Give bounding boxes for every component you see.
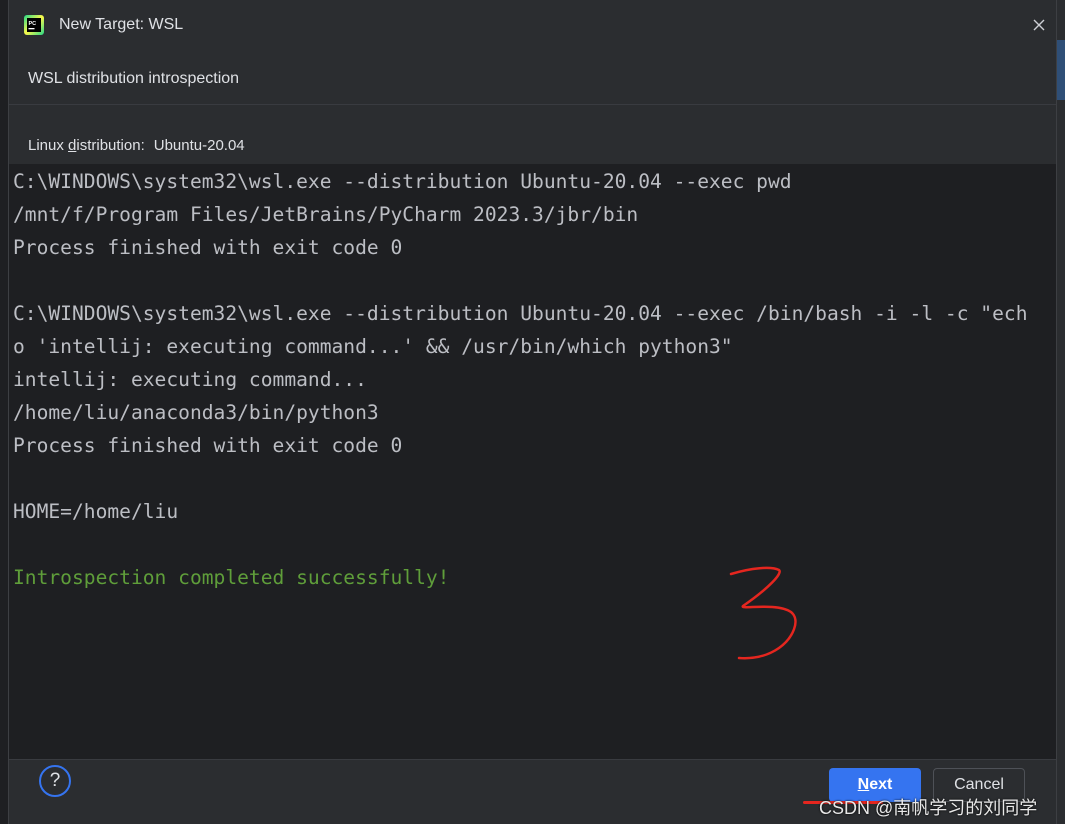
pycharm-icon: PC: [24, 15, 44, 35]
console-line: /mnt/f/Program Files/JetBrains/PyCharm 2…: [13, 203, 639, 226]
handwritten-three-annotation: [729, 566, 797, 660]
header-divider: [9, 104, 1056, 105]
watermark: CSDN @南帆学习的刘同学: [819, 798, 1038, 818]
distribution-value: Ubuntu-20.04: [153, 137, 245, 154]
console-line: Process finished with exit code 0: [13, 434, 403, 457]
introspection-console[interactable]: C:\WINDOWS\system32\wsl.exe --distributi…: [9, 164, 1056, 759]
background-window-edge: [1057, 0, 1065, 824]
console-line: HOME=/home/liu: [13, 500, 179, 523]
dialog-footer: ? Next Cancel CSDN @南帆学习的刘同学: [9, 759, 1056, 824]
new-target-dialog: PC New Target: WSL WSL distribution intr…: [8, 0, 1057, 824]
console-line: Process finished with exit code 0: [13, 236, 403, 259]
console-line: C:\WINDOWS\system32\wsl.exe --distributi…: [13, 170, 792, 193]
console-success-line: Introspection completed successfully!: [13, 566, 450, 589]
console-line: intellij: executing command...: [13, 368, 367, 391]
close-button[interactable]: [1028, 14, 1050, 36]
distribution-label: Linux distribution:: [28, 137, 145, 154]
console-line: o 'intellij: executing command...' && /u…: [13, 335, 733, 358]
console-line: C:\WINDOWS\system32\wsl.exe --distributi…: [13, 302, 1028, 325]
dialog-title: New Target: WSL: [59, 16, 184, 33]
svg-text:PC: PC: [29, 21, 37, 27]
console-line: /home/liu/anaconda3/bin/python3: [13, 401, 379, 424]
background-window-accent: [1057, 40, 1065, 100]
help-button[interactable]: ?: [39, 765, 71, 797]
distribution-row: Linux distribution: Ubuntu-20.04: [28, 137, 245, 154]
close-icon: [1033, 19, 1045, 31]
dialog-titlebar: PC New Target: WSL: [9, 0, 1056, 50]
step-title: WSL distribution introspection: [28, 70, 240, 87]
